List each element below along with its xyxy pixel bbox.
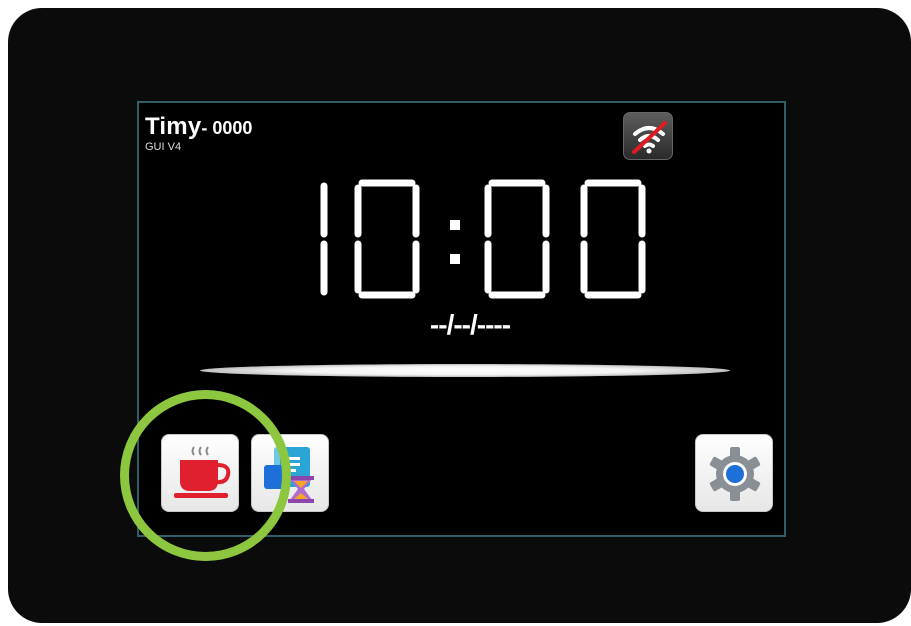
clock-digit-0c bbox=[580, 179, 646, 299]
schedule-hourglass-icon bbox=[264, 447, 314, 503]
gui-version: GUI V4 bbox=[145, 141, 182, 153]
clock-colon-top bbox=[450, 220, 460, 230]
clock-digit-0b bbox=[484, 179, 550, 299]
clock-display bbox=[320, 179, 646, 299]
date-display: --/--/---- bbox=[429, 309, 511, 340]
wifi-status-button[interactable] bbox=[623, 112, 673, 160]
coffee-button[interactable] bbox=[161, 434, 239, 512]
settings-button[interactable] bbox=[695, 434, 773, 512]
device-name: Timy bbox=[145, 113, 202, 140]
wifi-off-icon bbox=[632, 121, 667, 154]
clock-digit-0 bbox=[354, 179, 420, 299]
coffee-cup-icon bbox=[174, 446, 231, 498]
clock-colon-bottom bbox=[450, 254, 460, 264]
divider-glow bbox=[200, 364, 730, 377]
gear-icon bbox=[709, 447, 761, 501]
header-title: Timy- 0000 bbox=[145, 113, 252, 141]
schedule-button[interactable] bbox=[251, 434, 329, 512]
device-id: - 0000 bbox=[201, 118, 253, 138]
